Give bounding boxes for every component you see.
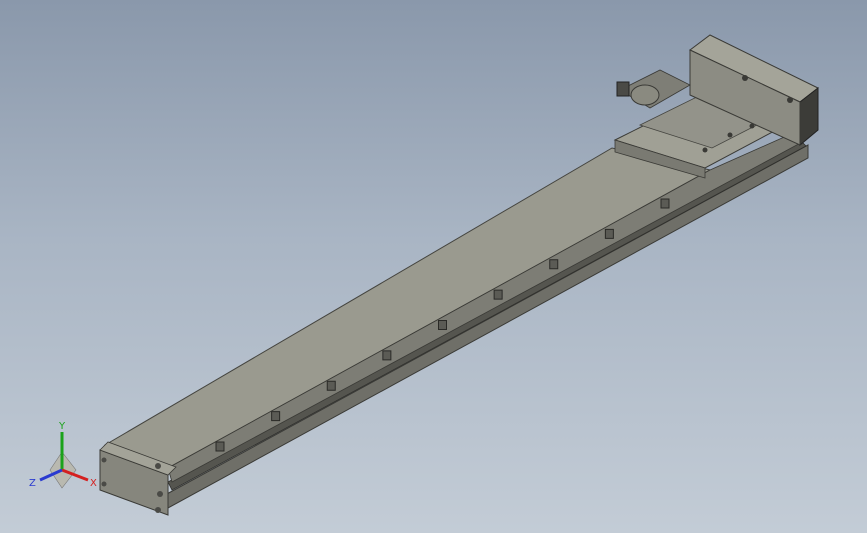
motor-screw — [787, 97, 793, 103]
end-cap-screw — [155, 463, 161, 469]
rail-clamp — [604, 228, 614, 239]
rail-slot-strip — [167, 129, 807, 483]
sensor-knob — [616, 81, 630, 97]
rail-clamp — [549, 259, 559, 270]
rail-clamp — [660, 198, 670, 209]
rail-clamp — [382, 350, 392, 361]
linear-actuator-model[interactable] — [99, 34, 819, 516]
rail-groove — [167, 139, 807, 491]
coupling — [630, 84, 660, 106]
carriage-screw — [702, 147, 708, 153]
graphics-viewport[interactable]: Y X Z — [0, 0, 867, 533]
y-axis-label: Y — [58, 421, 66, 432]
rail-clamp — [215, 441, 225, 452]
carriage-screw — [727, 132, 733, 138]
z-axis-label: Z — [29, 478, 36, 489]
orientation-triad[interactable]: Y X Z — [29, 421, 97, 489]
3d-model-view[interactable]: Y X Z — [0, 0, 867, 533]
rail-clamp — [438, 320, 447, 330]
end-cap-screw — [101, 457, 107, 463]
x-axis-label: X — [90, 478, 97, 489]
rail-clamp — [271, 411, 281, 422]
rail-side-face — [164, 144, 809, 509]
rail-clamp — [326, 380, 336, 391]
rail-clamp — [493, 289, 503, 300]
motor-screw — [742, 75, 748, 81]
end-cap-screw — [155, 507, 161, 513]
rail-top-cover — [103, 147, 712, 469]
end-cap-screw — [101, 481, 107, 487]
end-cap-screw — [157, 491, 163, 497]
